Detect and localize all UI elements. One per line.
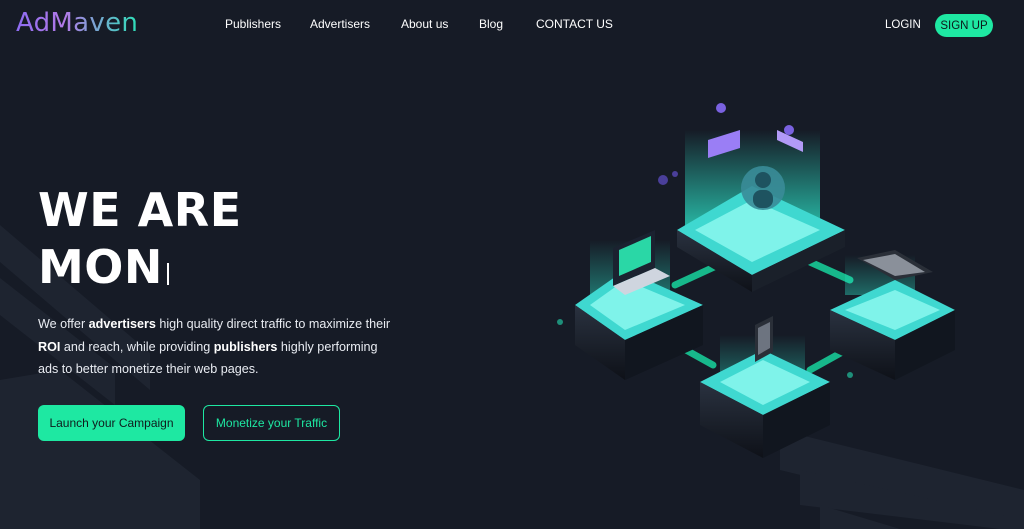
nav-publishers[interactable]: Publishers [225,17,281,31]
network-illustration [557,103,955,458]
hero-title-line1: WE ARE [38,183,242,237]
platform-right-device [830,250,955,380]
desc-bold-roi: ROI [38,339,61,354]
signup-button[interactable]: SIGN UP [935,14,993,37]
desc-text-2: high quality direct traffic to maximize … [155,317,391,331]
platform-left-laptop [575,230,703,380]
platform-bottom-phone [700,316,830,458]
desc-bold-advertisers: advertisers [88,317,156,331]
login-link[interactable]: LOGIN [885,19,921,31]
hero-title-line2: MON [38,240,163,294]
nav-blog[interactable]: Blog [479,17,503,31]
launch-campaign-button[interactable]: Launch your Campaign [38,405,185,441]
site-header: AdMaven Publishers Advertisers About us … [0,0,1024,52]
typing-cursor [166,263,169,285]
hero-title: WE ARE MON [38,182,242,296]
monetize-traffic-button[interactable]: Monetize your Traffic [203,405,340,441]
desc-bold-publishers: publishers [213,339,278,354]
brand-logo[interactable]: AdMaven [16,8,138,38]
nav-contact-us[interactable]: CONTACT US [536,17,613,31]
nav-about-us[interactable]: About us [401,17,448,31]
desc-text-3: and reach, while providing [60,339,214,354]
hero-description: We offer advertisers high quality direct… [38,313,398,381]
desc-text-1: We offer [38,317,89,331]
nav-advertisers[interactable]: Advertisers [310,17,370,31]
